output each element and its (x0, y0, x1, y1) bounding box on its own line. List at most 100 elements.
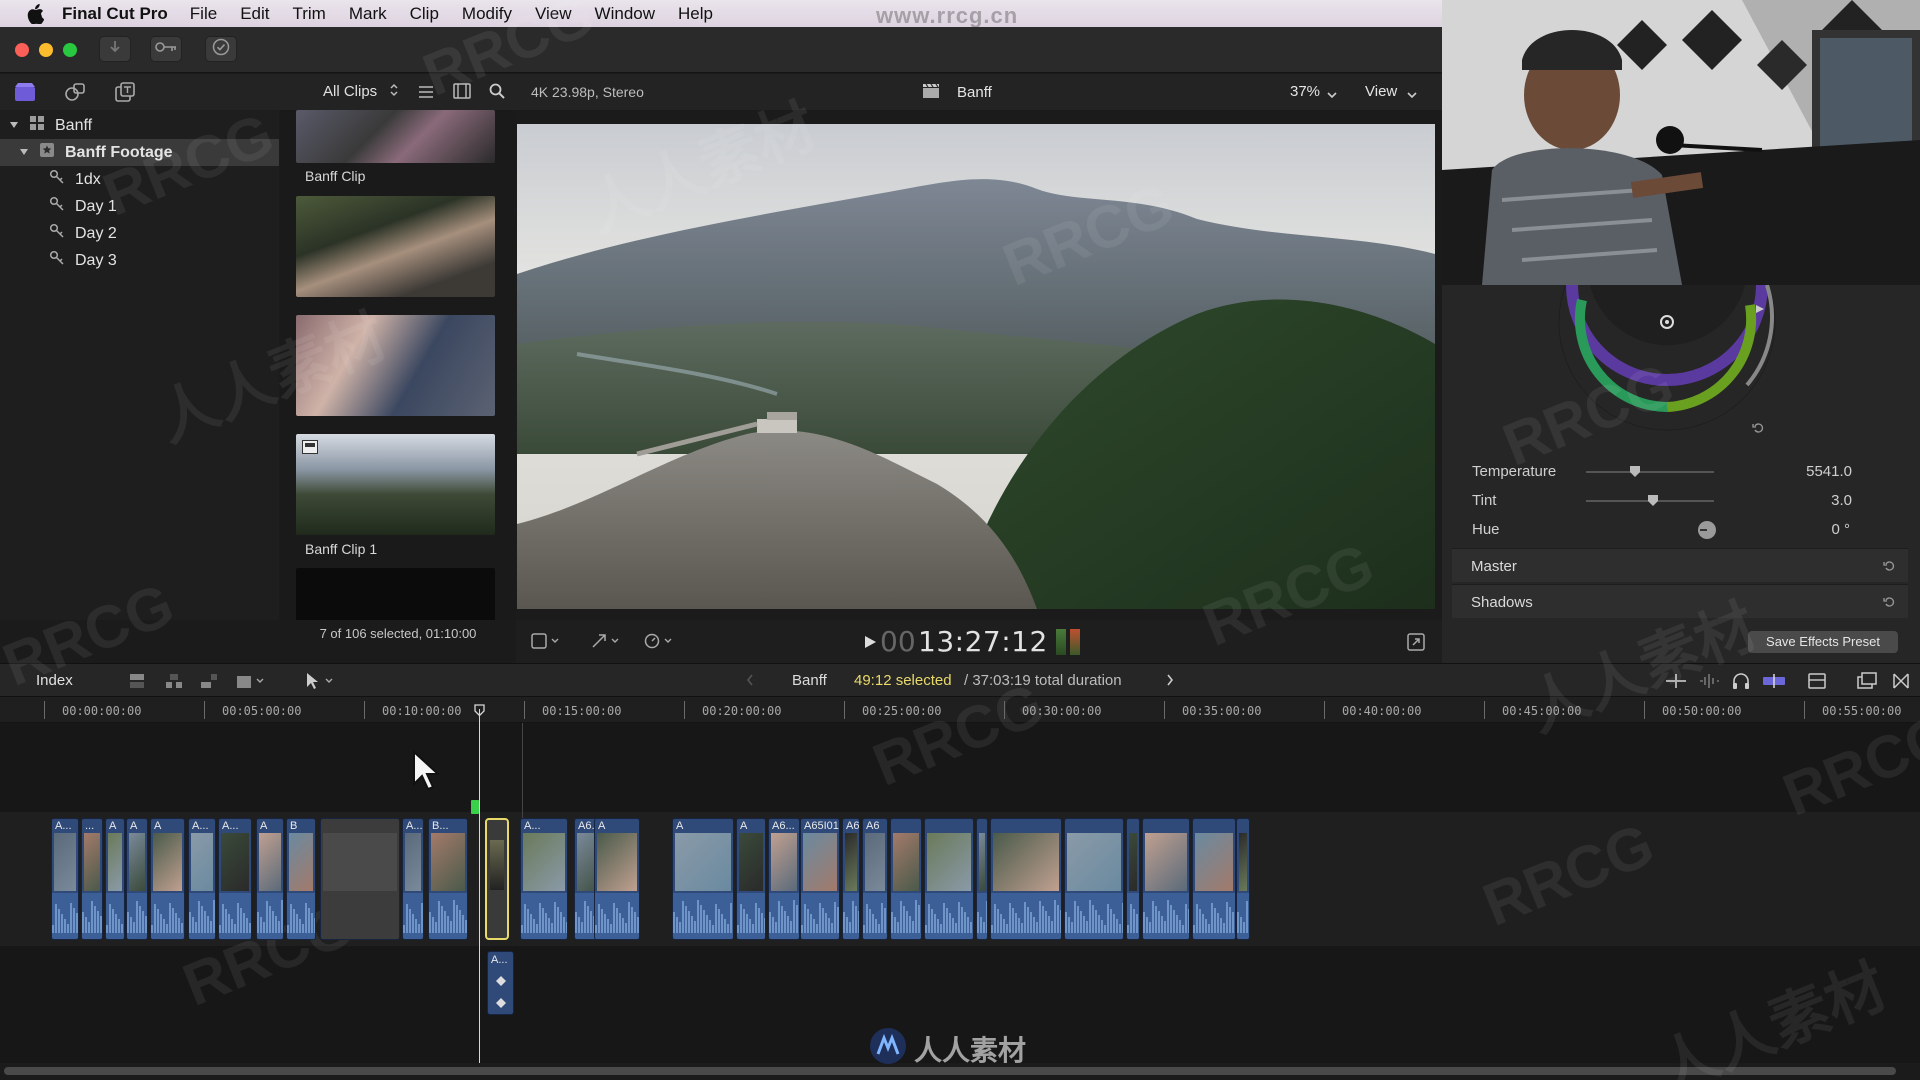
zoom-window-button[interactable] (63, 43, 77, 57)
save-effects-preset-button[interactable]: Save Effects Preset (1748, 631, 1898, 653)
playhead-handle[interactable] (474, 703, 485, 717)
audio-skimming-icon[interactable] (1698, 672, 1720, 694)
transform-tool-icon[interactable] (591, 633, 621, 654)
timeline-clip[interactable] (890, 818, 922, 940)
filmstrip-view-icon[interactable] (453, 83, 471, 104)
tint-slider-thumb[interactable] (1647, 494, 1658, 511)
clip-thumbnail[interactable] (296, 196, 495, 297)
clip-thumbnail[interactable] (296, 434, 495, 535)
timeline-clip[interactable]: A (105, 818, 125, 940)
color-wheel[interactable] (1542, 285, 1792, 435)
timeline-clip[interactable]: A6 (862, 818, 888, 940)
reset-arrow-icon[interactable] (1883, 559, 1895, 576)
minimize-window-button[interactable] (39, 43, 53, 57)
menu-edit[interactable]: Edit (240, 4, 269, 24)
keyword-collection-row[interactable]: Day 3 (0, 247, 279, 274)
search-icon[interactable] (489, 83, 505, 104)
timeline-clip[interactable]: A... (218, 818, 252, 940)
temperature-slider-thumb[interactable] (1629, 465, 1640, 482)
temperature-slider[interactable] (1586, 466, 1714, 477)
keyword-editor-button[interactable] (150, 36, 182, 62)
photos-audio-icon[interactable] (64, 82, 86, 107)
insert-clip-icon[interactable] (164, 672, 184, 694)
chevron-down-icon[interactable] (1407, 86, 1417, 102)
keyword-collection-row[interactable]: Day 1 (0, 193, 279, 220)
selected-clip[interactable] (485, 818, 509, 940)
clip-appearance-icon[interactable] (1807, 672, 1827, 694)
view-options-icon[interactable] (531, 633, 561, 654)
reset-arrow-icon[interactable] (1752, 421, 1764, 439)
timeline-clip[interactable] (1236, 818, 1250, 940)
apple-menu-icon[interactable] (22, 3, 48, 24)
clip-thumbnail[interactable] (296, 110, 495, 163)
menu-help[interactable]: Help (678, 4, 713, 24)
play-icon[interactable] (863, 635, 877, 654)
libraries-icon[interactable] (14, 82, 36, 107)
skimming-icon[interactable] (1665, 672, 1687, 694)
range-marker[interactable] (471, 800, 479, 814)
list-view-icon[interactable] (418, 85, 434, 104)
import-button[interactable] (99, 36, 131, 62)
select-tool-icon[interactable] (304, 672, 336, 694)
menu-window[interactable]: Window (595, 4, 655, 24)
timeline-clip[interactable]: A65I0179 (800, 818, 840, 940)
timeline-clip[interactable]: A (594, 818, 640, 940)
timeline-clip[interactable]: A... (520, 818, 568, 940)
timeline-clip[interactable] (320, 818, 400, 940)
tint-value[interactable]: 3.0 (1732, 492, 1852, 509)
playhead[interactable] (479, 709, 480, 1063)
retime-icon[interactable] (644, 633, 674, 654)
menu-mark[interactable]: Mark (349, 4, 387, 24)
transitions-browser-icon[interactable] (1892, 672, 1910, 694)
menu-trim[interactable]: Trim (292, 4, 325, 24)
timeline-clip[interactable]: A... (51, 818, 79, 940)
append-clip-icon[interactable] (199, 672, 219, 694)
timeline-clip[interactable]: A (150, 818, 185, 940)
timeline-clip[interactable]: A (672, 818, 734, 940)
timeline-clip[interactable] (924, 818, 974, 940)
solo-headphones-icon[interactable] (1731, 672, 1751, 694)
effects-browser-icon[interactable] (1857, 672, 1877, 694)
clip-filter-dropdown[interactable]: All Clips (323, 83, 377, 100)
close-window-button[interactable] (15, 43, 29, 57)
overwrite-clip-icon[interactable] (235, 672, 267, 694)
temperature-value[interactable]: 5541.0 (1732, 463, 1852, 480)
hue-value[interactable]: 0 ° (1730, 521, 1850, 538)
connect-clip-icon[interactable] (128, 672, 148, 694)
background-tasks-button[interactable] (205, 36, 237, 62)
fullscreen-icon[interactable] (1407, 633, 1425, 656)
timeline-clip[interactable]: ... (81, 818, 103, 940)
menu-clip[interactable]: Clip (410, 4, 439, 24)
back-chevron-icon[interactable] (746, 673, 754, 691)
menu-modify[interactable]: Modify (462, 4, 512, 24)
hue-dial[interactable] (1697, 520, 1717, 544)
keyword-collection-row[interactable]: Day 2 (0, 220, 279, 247)
zoom-dropdown[interactable]: 37% (1290, 83, 1320, 100)
disclosure-down-icon[interactable] (9, 117, 19, 135)
view-dropdown[interactable]: View (1365, 83, 1397, 100)
timeline-clip[interactable]: A6... (768, 818, 800, 940)
timeline-clip[interactable] (1064, 818, 1124, 940)
chevron-updown-icon[interactable] (389, 82, 399, 103)
timeline-clip[interactable]: A (256, 818, 284, 940)
tint-slider[interactable] (1586, 495, 1714, 506)
viewer-canvas[interactable] (517, 124, 1435, 609)
timeline-clip[interactable]: B... (428, 818, 468, 940)
menu-file[interactable]: File (190, 4, 217, 24)
shadows-section[interactable]: Shadows (1452, 584, 1908, 618)
reset-arrow-icon[interactable] (1883, 595, 1895, 612)
master-section[interactable]: Master (1452, 548, 1908, 582)
timeline-clip[interactable] (1126, 818, 1140, 940)
timeline-clip[interactable]: B (286, 818, 316, 940)
snapping-icon[interactable] (1762, 674, 1786, 692)
timeline-clip[interactable]: A (736, 818, 766, 940)
menu-view[interactable]: View (535, 4, 572, 24)
keyword-collection-row[interactable]: 1dx (0, 166, 279, 193)
chevron-down-icon[interactable] (1327, 86, 1337, 102)
connected-clip[interactable]: A... (487, 951, 514, 1015)
timeline-clip[interactable] (976, 818, 988, 940)
titles-generators-icon[interactable] (114, 82, 136, 107)
clip-thumbnail[interactable] (296, 315, 495, 416)
forward-chevron-icon[interactable] (1166, 673, 1174, 691)
timeline-clip[interactable] (990, 818, 1062, 940)
